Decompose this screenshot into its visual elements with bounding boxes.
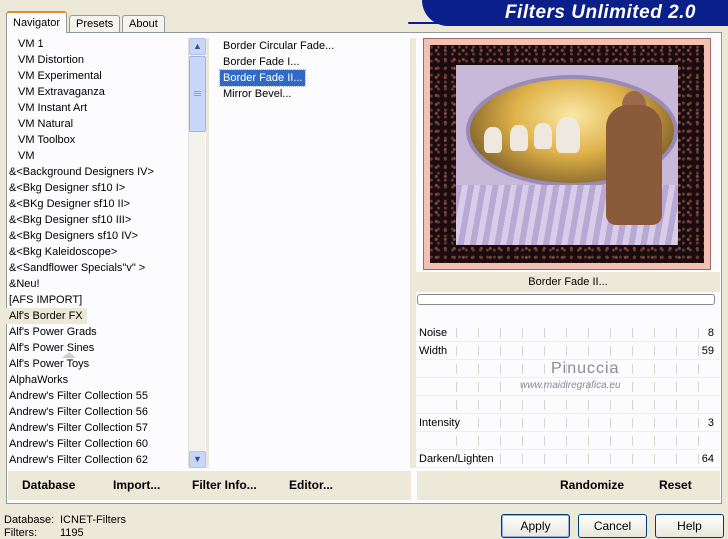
scroll-up-button[interactable]: ▲ <box>189 38 206 55</box>
filter-item[interactable]: Border Fade II... <box>218 69 307 87</box>
import-button[interactable]: Import... <box>113 471 160 500</box>
divider <box>206 38 209 468</box>
parameter-panel: Noise 8 Width 59 Intensity 3 Darken/Lighten 64 <box>416 324 720 468</box>
slider-track[interactable] <box>456 436 700 446</box>
parameter-row[interactable]: Width 59 <box>416 342 720 360</box>
category-item[interactable]: &Neu! <box>6 276 188 292</box>
category-item[interactable]: VM <box>6 148 188 164</box>
category-item[interactable]: AlphaWorks <box>6 372 188 388</box>
tab-navigator[interactable]: Navigator <box>6 11 68 33</box>
tab-about[interactable]: About <box>122 15 165 33</box>
app-brand-title: Filters Unlimited 2.0 <box>422 0 728 26</box>
category-item[interactable]: Alf's Power Grads <box>6 324 188 340</box>
category-item[interactable]: &<Background Designers IV> <box>6 164 188 180</box>
cancel-button[interactable]: Cancel <box>578 514 647 538</box>
category-item[interactable]: Alf's Border FX <box>6 308 87 324</box>
tab-presets[interactable]: Presets <box>69 15 121 33</box>
slider-track[interactable] <box>456 346 700 356</box>
category-scrollbar[interactable]: ▲ ▼ <box>188 38 206 468</box>
parameter-row[interactable]: Intensity 3 <box>416 414 720 432</box>
category-item[interactable]: VM Experimental <box>6 68 188 84</box>
slider-marker <box>62 352 76 358</box>
category-item[interactable]: &<Sandflower Specials"v" > <box>6 260 188 276</box>
category-item[interactable]: &<BKg Designer sf10 II> <box>6 196 188 212</box>
category-item[interactable]: VM 1 <box>6 36 188 52</box>
parameter-label: Intensity <box>419 417 460 429</box>
filter-item[interactable]: Mirror Bevel... <box>220 86 294 102</box>
category-item[interactable]: Andrew's Filter Collection 56 <box>6 404 188 420</box>
category-item[interactable]: Andrew's Filter Collection 57 <box>6 420 188 436</box>
category-item[interactable]: VM Toolbox <box>6 132 188 148</box>
apply-button[interactable]: Apply <box>501 514 570 538</box>
filter-list[interactable]: Border Circular Fade... Border Fade I... B… <box>218 38 408 102</box>
parameter-value: 59 <box>701 345 714 357</box>
editor-button[interactable]: Editor... <box>289 471 333 500</box>
parameter-row[interactable]: Darken/Lighten 64 <box>416 450 720 468</box>
category-item[interactable]: Alf's Power Sines <box>6 340 188 356</box>
parameter-label: Noise <box>419 327 448 339</box>
category-item[interactable]: VM Extravaganza <box>6 84 188 100</box>
toolbar-right: Randomize Reset <box>417 471 720 500</box>
preview-image[interactable] <box>423 38 711 270</box>
category-item[interactable]: Andrew's Filter Collection 60 <box>6 436 188 452</box>
category-item[interactable]: Alf's Power Toys <box>6 356 188 372</box>
parameter-row[interactable] <box>416 432 720 450</box>
category-item[interactable]: &<Bkg Designers sf10 IV> <box>6 228 188 244</box>
category-item[interactable]: [AFS IMPORT] <box>6 292 188 308</box>
preview-caption: Border Fade II... <box>416 272 720 292</box>
scroll-down-button[interactable]: ▼ <box>189 451 206 468</box>
category-list[interactable]: VM 1 VM Distortion VM Experimental VM Extra… <box>6 36 188 468</box>
parameter-label: Darken/Lighten <box>419 453 494 465</box>
database-label: Database: <box>4 514 55 526</box>
filter-info-button[interactable]: Filter Info... <box>192 471 257 500</box>
category-item[interactable]: &<Bkg Designer sf10 I> <box>6 180 188 196</box>
slider-track[interactable] <box>456 418 700 428</box>
preview-artwork <box>456 65 678 245</box>
database-button[interactable]: Database <box>22 471 75 500</box>
help-button[interactable]: Help <box>655 514 724 538</box>
parameter-row[interactable] <box>416 396 720 414</box>
slider-track[interactable] <box>456 328 700 338</box>
category-item[interactable]: &<Bkg Kaleidoscope> <box>6 244 188 260</box>
parameter-label: Width <box>419 345 448 357</box>
reset-button[interactable]: Reset <box>659 471 692 500</box>
toolbar-left: Database Import... Filter Info... Editor… <box>8 471 411 500</box>
category-item[interactable]: VM Instant Art <box>6 100 188 116</box>
category-item[interactable]: &<Bkg Designer sf10 III> <box>6 212 188 228</box>
randomize-button[interactable]: Randomize <box>560 471 624 500</box>
category-item[interactable]: VM Natural <box>6 116 188 132</box>
parameter-row[interactable]: Noise 8 <box>416 324 720 342</box>
watermark-url: www.maidiregrafica.eu <box>520 380 621 391</box>
slider-track[interactable] <box>456 400 700 410</box>
category-item[interactable]: Andrew's Filter Collection 62 <box>6 452 188 468</box>
category-item[interactable]: Andrew's Filter Collection 55 <box>6 388 188 404</box>
watermark-name: Pinuccia <box>551 360 620 377</box>
filter-item[interactable]: Border Circular Fade... <box>220 38 337 54</box>
category-item[interactable]: VM Distortion <box>6 52 188 68</box>
filters-count-value: 1195 <box>60 527 84 539</box>
database-value: ICNET-Filters <box>60 514 126 526</box>
scroll-thumb[interactable] <box>189 56 206 132</box>
filters-count-label: Filters: <box>4 527 37 539</box>
parameter-value: 8 <box>707 327 714 339</box>
progress-bar <box>417 294 715 305</box>
parameter-value: 64 <box>701 453 714 465</box>
parameter-value: 3 <box>707 417 714 429</box>
filter-item[interactable]: Border Fade I... <box>220 54 302 70</box>
